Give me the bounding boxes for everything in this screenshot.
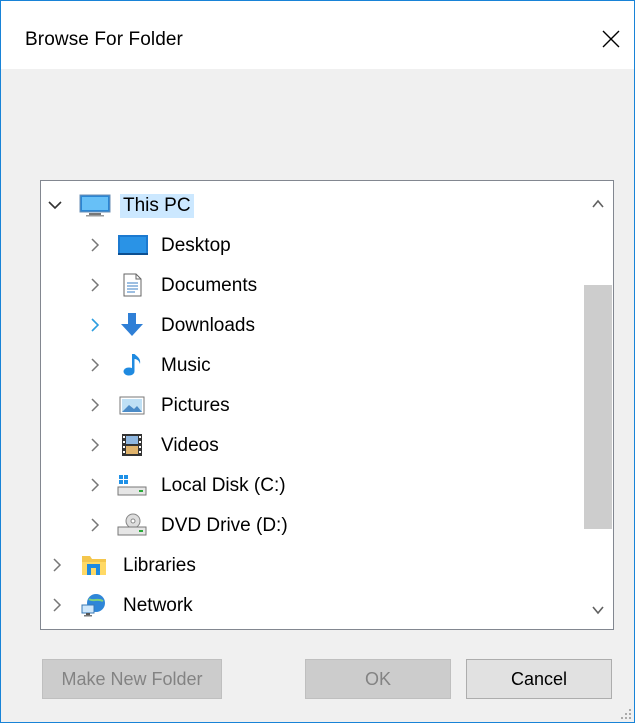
close-icon	[602, 30, 620, 48]
tree-item-label: Network	[123, 595, 193, 616]
network-icon	[81, 594, 105, 617]
cancel-button[interactable]: Cancel	[466, 659, 612, 699]
tree-item-pictures[interactable]: Pictures	[41, 387, 581, 423]
downloads-icon	[121, 313, 143, 336]
tree-item-label: Videos	[161, 435, 219, 456]
desktop-icon	[118, 235, 148, 255]
documents-icon	[123, 273, 142, 297]
scroll-up-button[interactable]	[583, 189, 613, 219]
tree-item-documents[interactable]: Documents	[41, 267, 581, 303]
ok-button[interactable]: OK	[305, 659, 451, 699]
window-title: Browse For Folder	[25, 29, 183, 50]
chevron-right-icon[interactable]	[87, 237, 103, 253]
tree-item-label: Pictures	[161, 395, 230, 416]
tree-item-label: This PC	[120, 194, 194, 218]
chevron-up-icon	[592, 199, 604, 208]
local-disk-icon	[117, 475, 147, 496]
tree-item-label: Local Disk (C:)	[161, 475, 286, 496]
folder-tree[interactable]: This PC Desktop Documents Downloads Musi…	[40, 180, 614, 630]
tree-item-downloads[interactable]: Downloads	[41, 307, 581, 343]
tree-item-dvd-drive-d[interactable]: DVD Drive (D:)	[41, 507, 581, 543]
videos-icon	[122, 434, 142, 456]
tree-item-this-pc[interactable]: This PC	[41, 187, 581, 223]
title-bar: Browse For Folder	[1, 1, 634, 69]
tree-item-label: Downloads	[161, 315, 255, 336]
tree-item-label: DVD Drive (D:)	[161, 515, 288, 536]
tree-item-label: Documents	[161, 275, 258, 296]
dvd-drive-icon	[117, 513, 147, 536]
chevron-right-icon[interactable]	[87, 277, 103, 293]
resize-grip-icon[interactable]	[620, 708, 632, 720]
make-new-folder-button[interactable]: Make New Folder	[42, 659, 222, 699]
pictures-icon	[119, 396, 145, 415]
chevron-right-icon[interactable]	[87, 317, 103, 333]
vertical-scrollbar[interactable]	[583, 181, 613, 629]
chevron-right-icon[interactable]	[87, 517, 103, 533]
chevron-right-icon[interactable]	[87, 397, 103, 413]
scrollbar-thumb[interactable]	[584, 285, 612, 529]
tree-item-desktop[interactable]: Desktop	[41, 227, 581, 263]
browse-for-folder-dialog: Browse For Folder This PC Desktop Docume…	[0, 0, 635, 723]
music-icon	[123, 354, 141, 376]
scroll-down-button[interactable]	[583, 595, 613, 625]
chevron-right-icon[interactable]	[87, 477, 103, 493]
tree-item-label: Music	[161, 355, 211, 376]
tree-item-network[interactable]: Network	[41, 587, 581, 623]
tree-item-videos[interactable]: Videos	[41, 427, 581, 463]
chevron-right-icon[interactable]	[49, 597, 65, 613]
chevron-right-icon[interactable]	[49, 557, 65, 573]
chevron-down-icon[interactable]	[47, 197, 63, 213]
tree-item-libraries[interactable]: Libraries	[41, 547, 581, 583]
chevron-down-icon	[592, 606, 604, 615]
chevron-right-icon[interactable]	[87, 437, 103, 453]
tree-item-local-disk-c[interactable]: Local Disk (C:)	[41, 467, 581, 503]
tree-item-label: Desktop	[161, 235, 231, 256]
monitor-icon	[79, 194, 111, 217]
tree-item-music[interactable]: Music	[41, 347, 581, 383]
close-button[interactable]	[588, 17, 634, 61]
libraries-icon	[82, 556, 106, 575]
chevron-right-icon[interactable]	[87, 357, 103, 373]
tree-item-label: Libraries	[123, 555, 196, 576]
